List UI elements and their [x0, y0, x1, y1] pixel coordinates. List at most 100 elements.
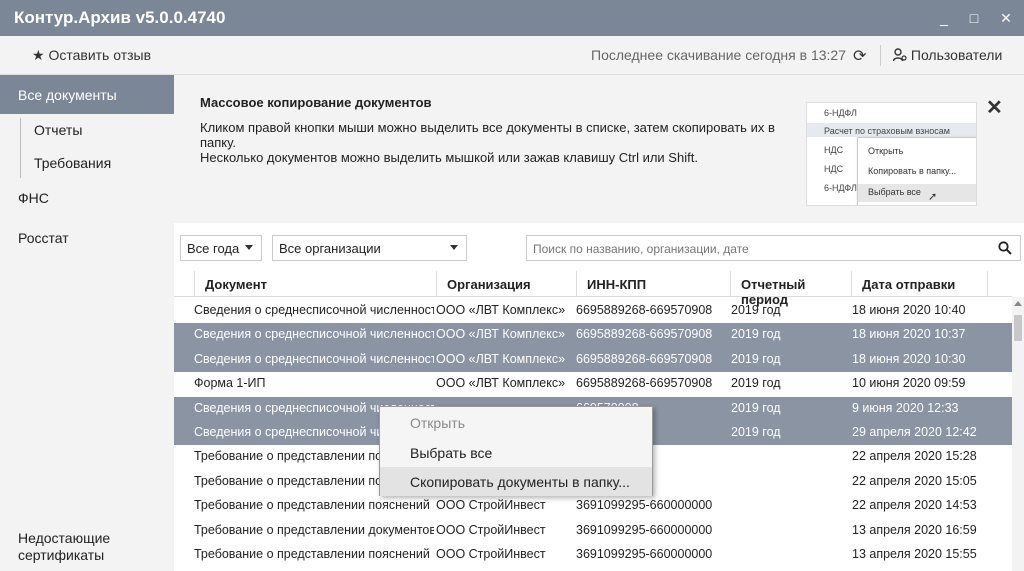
table-cell-date: 18 июня 2020 10:37: [852, 327, 966, 342]
table-cell-date: 29 апреля 2020 12:42: [852, 425, 977, 439]
missing-certificates-line2: сертификаты: [18, 547, 105, 563]
table-row[interactable]: Сведения о среднесписочной численности ОО…: [174, 299, 1012, 323]
banner-line2: Несколько документов можно выделить мышк…: [200, 150, 698, 165]
search-input[interactable]: [533, 240, 973, 258]
filters-bar: Все года Все организации: [174, 223, 1024, 271]
search-icon[interactable]: [998, 241, 1012, 255]
column-header-organization[interactable]: Организация: [436, 271, 576, 297]
table-cell-date: 22 апреля 2020 15:05: [852, 473, 977, 488]
table-cell-inn: 6695889268-669570908: [576, 376, 713, 391]
table-cell-doc: Требование о представлении пояснений и..…: [194, 498, 434, 513]
table-cell-period: 2019 год: [731, 327, 781, 342]
preview-row: НДС: [824, 145, 844, 155]
feedback-button[interactable]: ★ Оставить отзыв: [32, 47, 151, 64]
sidebar-item-missing-certificates[interactable]: Недостающие сертификаты: [0, 530, 174, 564]
toolbar-divider: [880, 45, 881, 66]
missing-certificates-line1: Недостающие: [18, 530, 111, 546]
table-row[interactable]: Форма 1-ИП ООО «ЛВТ Комплекс» 6695889268-6…: [174, 372, 1012, 396]
sidebar-subgroup: Отчеты Требования: [0, 114, 174, 184]
table-cell-period: 2019 год: [731, 351, 781, 366]
table-cell-inn: 3691099295-660000000: [576, 547, 713, 561]
title-bar: Контур.Архив v5.0.0.4740 _ □ ✕: [0, 0, 1024, 36]
year-select-value: Все года: [187, 241, 240, 256]
table-cell-inn: 3691099295-660000000: [576, 522, 713, 537]
banner-preview-image: 6-НДФЛ Расчет по страховым взносам НДС Н…: [806, 102, 977, 206]
table-cell-inn: 6695889268-669570908: [576, 351, 713, 366]
table-cell-period: 2019 год: [731, 376, 781, 391]
table-cell-period: 2019 год: [731, 425, 781, 439]
table-row[interactable]: Требование о представлении документов...…: [174, 519, 1012, 543]
close-button[interactable]: ✕: [996, 8, 1016, 28]
table-cell-date: 13 апреля 2020 15:55: [852, 547, 977, 561]
column-header-document[interactable]: Документ: [194, 271, 436, 297]
column-header-period[interactable]: Отчетный период: [730, 271, 851, 307]
table-cell-date: 13 апреля 2020 16:59: [852, 522, 977, 537]
table-cell-org: ООО «ЛВТ Комплекс»: [436, 327, 566, 342]
toolbar: ★ Оставить отзыв Последнее скачивание се…: [0, 36, 1024, 75]
users-button[interactable]: Пользователи: [892, 47, 1003, 63]
preview-row: 6-НДФЛ: [824, 108, 857, 118]
feedback-label: Оставить отзыв: [48, 47, 152, 63]
table-cell-doc: Сведения о среднесписочной численности: [194, 303, 434, 317]
preview-row: Расчет по страховым взносам: [824, 126, 950, 136]
cursor-icon: ➚: [928, 191, 938, 203]
table-cell-org: ООО СтройИнвест: [436, 522, 546, 537]
table-cell-org: ООО СтройИнвест: [436, 498, 546, 513]
table-cell-date: 22 апреля 2020 15:28: [852, 449, 977, 464]
year-select[interactable]: Все года: [180, 235, 262, 261]
banner-close-icon[interactable]: ✕: [986, 95, 1003, 120]
table-cell-period: 2019 год: [731, 303, 781, 317]
minimize-button[interactable]: _: [934, 8, 954, 28]
table-row[interactable]: Сведения о среднесписочной численности ОО…: [174, 347, 1012, 373]
table-cell-doc: Требование о представлении документов...: [194, 522, 434, 537]
table-cell-org: ООО СтройИнвест: [436, 547, 546, 561]
table-cell-date: 22 апреля 2020 14:53: [852, 498, 977, 513]
preview-menu-item: Открыть: [868, 146, 904, 156]
users-settings-icon: [892, 48, 907, 62]
context-menu-select-all[interactable]: Выбрать все: [380, 438, 652, 467]
table-cell-doc: Сведения о среднесписочной численности: [194, 327, 434, 342]
star-icon: ★: [32, 47, 45, 63]
sidebar-item-rosstat[interactable]: Росстат: [0, 230, 174, 246]
column-header-sent-date[interactable]: Дата отправки: [851, 271, 988, 297]
maximize-button[interactable]: □: [964, 8, 984, 28]
table-cell-org: ООО «ЛВТ Комплекс»: [436, 303, 566, 317]
table-cell-inn: 6695889268-669570908: [576, 303, 713, 317]
table-cell-doc: Форма 1-ИП: [194, 376, 266, 391]
sidebar-item-reports[interactable]: Отчеты: [34, 122, 82, 138]
table-row[interactable]: Сведения о среднесписочной численности ОО…: [174, 323, 1012, 348]
scrollbar-thumb[interactable]: [1014, 315, 1022, 341]
table-row[interactable]: Требование о представлении пояснений и..…: [174, 543, 1012, 567]
table-cell-doc: Сведения о среднесписочной численности: [194, 351, 434, 366]
sidebar-item-all-documents[interactable]: Все документы: [0, 75, 174, 114]
context-menu-copy-to-folder[interactable]: Скопировать документы в папку...: [380, 467, 652, 496]
chevron-down-icon: [245, 245, 253, 250]
table-cell-date: 18 июня 2020 10:40: [852, 303, 966, 317]
sidebar-item-fns[interactable]: ФНС: [0, 190, 174, 206]
context-menu-open[interactable]: Открыть: [380, 408, 652, 437]
organization-select[interactable]: Все организации: [272, 235, 467, 261]
users-label: Пользователи: [910, 47, 1003, 63]
window-title: Контур.Архив v5.0.0.4740: [14, 8, 226, 27]
table-cell-date: 9 июня 2020 12:33: [852, 400, 959, 415]
main-area: Массовое копирование документов Кликом п…: [174, 75, 1024, 571]
preview-row: 6-НДФЛ: [824, 183, 857, 193]
sidebar-item-requirements[interactable]: Требования: [34, 155, 111, 171]
preview-menu-item: Выбрать все: [868, 187, 921, 197]
table-cell-period: 2019 год: [731, 400, 781, 415]
column-header-inn-kpp[interactable]: ИНН-КПП: [576, 271, 730, 297]
table-header: Документ Организация ИНН-КПП Отчетный пе…: [174, 271, 1012, 307]
banner-title: Массовое копирование документов: [200, 95, 432, 110]
vertical-scrollbar[interactable]: [1012, 297, 1024, 571]
table-cell-date: 10 июня 2020 09:59: [852, 376, 966, 391]
banner-text: Кликом правой кнопки мыши можно выделить…: [200, 120, 780, 165]
scroll-up-arrow-icon[interactable]: [1014, 301, 1022, 306]
info-banner: Массовое копирование документов Кликом п…: [174, 75, 1024, 223]
sidebar: Все документы Отчеты Требования ФНС Росс…: [0, 75, 174, 571]
search-box: [526, 235, 1021, 261]
chevron-down-icon: [450, 245, 458, 250]
table-cell-inn: 6695889268-669570908: [576, 327, 713, 342]
table-cell-doc: Требование о представлении пояснений и..…: [194, 547, 434, 561]
table-row[interactable]: Требование о представлении пояснений и..…: [174, 494, 1012, 518]
refresh-icon[interactable]: ⟳: [853, 46, 866, 66]
